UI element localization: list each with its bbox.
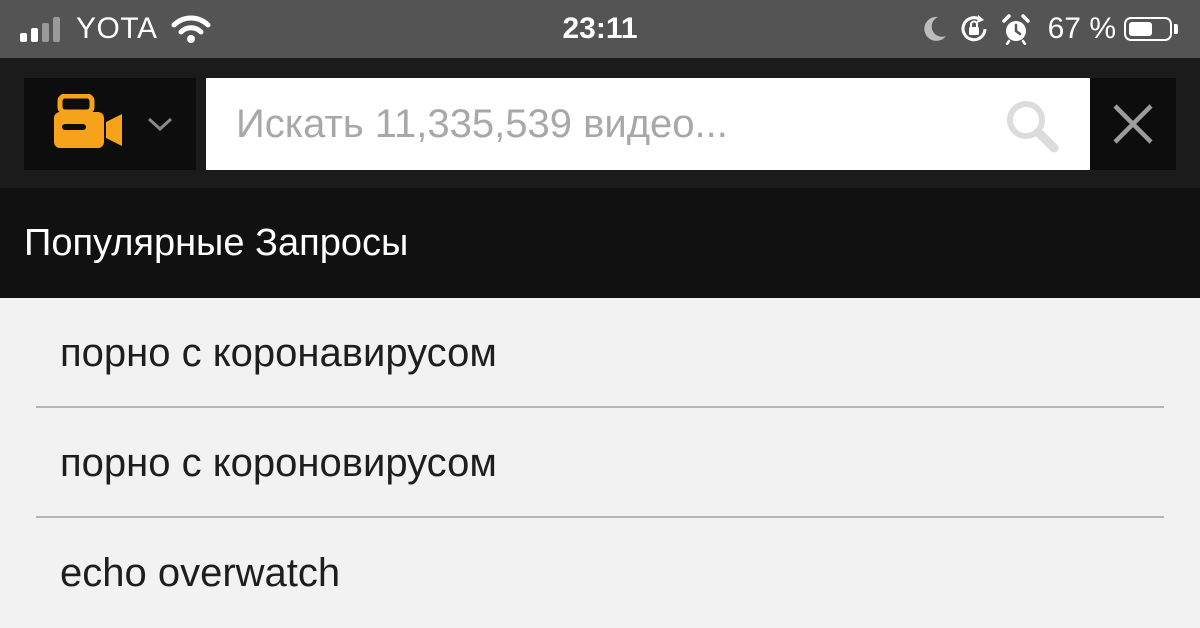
popular-queries-title: Популярные Запросы	[0, 188, 1200, 298]
list-item[interactable]: порно с короновирусом	[36, 408, 1164, 518]
close-search-button[interactable]	[1090, 78, 1176, 170]
carrier-name: YOTA	[76, 12, 158, 45]
status-right: 67 %	[910, 0, 1178, 58]
status-bar: YOTA 23:11 67 %	[0, 0, 1200, 58]
list-item[interactable]: порно с коронавирусом	[36, 298, 1164, 408]
search-header	[0, 58, 1200, 188]
battery-percent: 67 %	[1047, 12, 1116, 45]
moon-icon	[923, 16, 946, 41]
status-left: YOTA	[20, 0, 211, 58]
search-bar	[206, 78, 1090, 170]
popular-queries-list: порно с коронавирусом порно с короновиру…	[0, 298, 1200, 628]
wifi-icon	[171, 15, 211, 43]
search-button[interactable]	[1004, 98, 1060, 154]
search-icon	[1007, 101, 1059, 153]
video-camera-icon	[54, 94, 122, 148]
battery-icon	[1124, 17, 1172, 41]
category-selector-button[interactable]	[24, 78, 196, 170]
rotation-lock-icon	[961, 15, 987, 42]
alarm-icon	[1001, 14, 1030, 45]
list-item[interactable]: echo overwatch	[36, 518, 1164, 628]
signal-icon	[20, 16, 64, 42]
close-icon	[1113, 104, 1153, 144]
battery-level	[1129, 22, 1153, 36]
chevron-down-icon	[147, 117, 173, 132]
search-input[interactable]	[206, 78, 986, 170]
battery-cap	[1174, 24, 1178, 34]
